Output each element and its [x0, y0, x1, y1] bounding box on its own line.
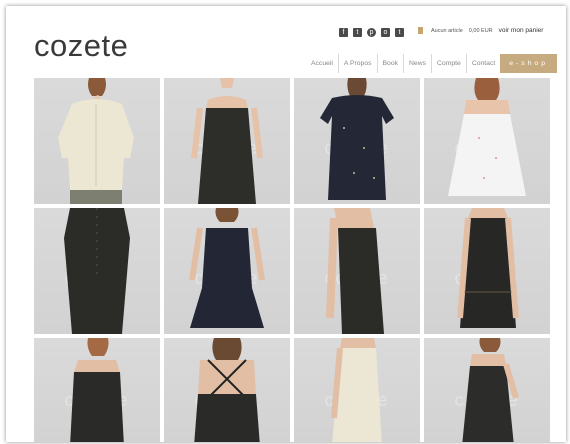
product-image-white-print-camisole — [448, 78, 526, 196]
facebook-icon[interactable]: f — [339, 28, 348, 37]
nav-item-eshop[interactable]: e-shop — [500, 54, 558, 73]
product-tile[interactable]: cozete — [164, 78, 290, 204]
product-tile[interactable]: cozete — [34, 338, 160, 442]
product-tile[interactable]: cozete — [294, 338, 420, 442]
product-image-navy-print-tshirt-dress — [320, 78, 394, 200]
shopping-bag-icon — [418, 27, 423, 34]
view-cart-link[interactable]: voir mon panier — [499, 27, 544, 34]
product-image-cream-blouse — [58, 78, 134, 204]
product-image-black-button-dress — [64, 208, 130, 334]
social-links: f t p o t — [339, 28, 404, 37]
product-tile[interactable]: cozete — [424, 208, 550, 334]
nav-item-accueil[interactable]: Accueil — [306, 54, 338, 73]
tumblr-icon[interactable]: t — [395, 28, 404, 37]
nav-item-compte[interactable]: Compte — [431, 54, 466, 73]
main-nav: Accueil A Propos Book News Compte Contac… — [306, 54, 558, 73]
nav-item-a-propos[interactable]: A Propos — [337, 54, 377, 73]
product-tile[interactable]: cozete — [424, 78, 550, 204]
twitter-icon[interactable]: t — [353, 28, 362, 37]
product-tile[interactable]: cozete — [164, 338, 290, 442]
page: cozete f t p o t Aucun article 0,00 EUR … — [6, 6, 566, 442]
nav-item-news[interactable]: News — [403, 54, 431, 73]
product-image-black-tank-dress — [326, 208, 384, 334]
product-image-navy-print-tiered-dress — [189, 208, 265, 328]
cart-summary: Aucun article 0,00 EUR voir mon panier — [418, 27, 543, 34]
product-image-black-strap-dress — [191, 78, 263, 204]
product-image-black-scoop-dress — [462, 338, 519, 442]
product-tile[interactable]: cozete — [294, 208, 420, 334]
product-image-black-shift-dress — [457, 208, 519, 328]
product-image-black-slip-dress — [70, 338, 124, 442]
instagram-icon[interactable]: o — [381, 28, 390, 37]
nav-item-book[interactable]: Book — [376, 54, 404, 73]
product-tile[interactable]: cozete — [34, 208, 160, 334]
cart-amount: 0,00 EUR — [468, 27, 493, 34]
cart-items-text: Aucun article — [431, 27, 463, 34]
product-tile[interactable]: cozete — [424, 338, 550, 442]
product-image-black-crossback-dress — [194, 338, 260, 442]
product-tile[interactable]: cozete — [294, 78, 420, 204]
product-grid: cozete cozete cozete — [34, 78, 550, 442]
product-tile[interactable]: cozete — [164, 208, 290, 334]
product-tile[interactable]: cozete — [34, 78, 160, 204]
product-image-cream-skirt — [331, 338, 382, 442]
pinterest-icon[interactable]: p — [367, 28, 376, 37]
nav-item-contact[interactable]: Contact — [465, 54, 500, 73]
site-logo[interactable]: cozete — [34, 28, 128, 64]
